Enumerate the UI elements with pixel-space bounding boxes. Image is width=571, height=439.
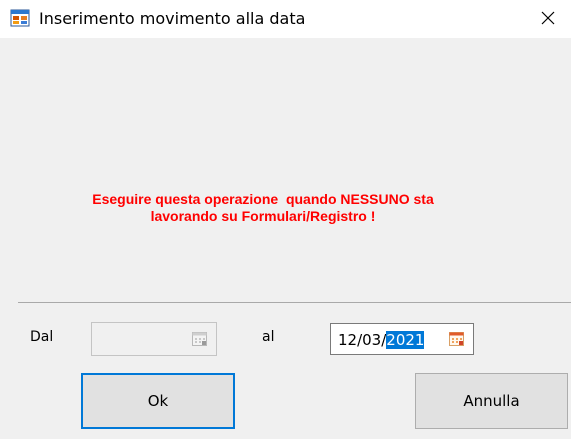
to-date-value[interactable]: 12/03/2021 [338, 331, 425, 349]
app-window-icon [10, 9, 30, 27]
close-icon [541, 10, 555, 29]
to-date-prefix: 12/03/ [338, 331, 387, 349]
warning-message: Eseguire questa operazione quando NESSUN… [18, 191, 508, 225]
title-bar[interactable]: Inserimento movimento alla data [0, 0, 571, 38]
window-title: Inserimento movimento alla data [39, 9, 306, 28]
cancel-button[interactable]: Annulla [415, 373, 568, 429]
from-date-picker[interactable] [91, 322, 217, 356]
ok-button[interactable]: Ok [81, 373, 235, 429]
separator [18, 302, 571, 303]
to-date-year-selected: 2021 [386, 331, 425, 349]
to-date-label: al [262, 329, 275, 345]
close-button[interactable] [525, 0, 571, 38]
dialog-window: Inserimento movimento alla data Eseguire… [0, 0, 571, 439]
warning-line-1: Eseguire questa operazione quando NESSUN… [92, 191, 434, 207]
calendar-icon[interactable] [191, 330, 209, 348]
from-date-label: Dal [30, 329, 54, 345]
calendar-icon[interactable] [448, 330, 466, 348]
to-date-picker[interactable]: 12/03/2021 [330, 323, 474, 355]
warning-line-2: lavorando su Formulari/Registro ! [150, 208, 376, 224]
